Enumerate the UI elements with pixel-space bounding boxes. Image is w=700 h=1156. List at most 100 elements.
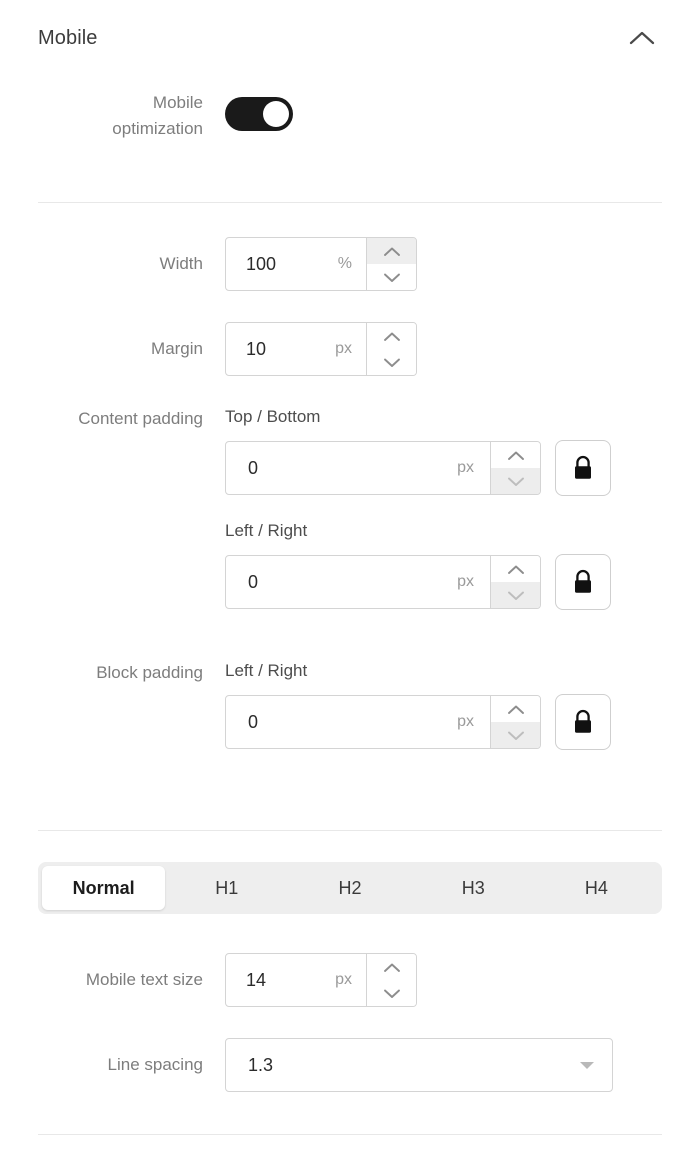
chevron-up-icon [507,450,525,461]
mobile-text-size-stepper [366,954,416,1006]
width-field[interactable]: 100 % [225,237,417,291]
mobile-optimization-label-line1: Mobile [152,93,203,112]
divider-middle [38,830,662,831]
content-padding-top-bottom-input[interactable]: 0 px [226,442,490,494]
content-padding-top-bottom-item: Top / Bottom 0 px [225,406,611,496]
content-padding-top-bottom-unit: px [457,459,474,476]
block-padding-left-right-control: 0 px [225,694,611,750]
content-padding-left-right-input[interactable]: 0 px [226,556,490,608]
content-padding-row: Content padding Top / Bottom 0 px Left /… [0,406,700,610]
content-padding-left-right-unit: px [457,573,474,590]
mobile-text-size-decrement-button[interactable] [367,980,416,1006]
divider-top [38,202,662,203]
chevron-up-icon [383,962,401,973]
content-padding-top-bottom-sublabel: Top / Bottom [225,407,321,426]
chevron-up-icon [507,564,525,575]
tab-h2[interactable]: H2 [288,866,411,910]
block-padding-group: Left / Right 0 px [225,660,611,750]
lock-closed-icon [571,568,595,596]
margin-input[interactable]: 10 px [226,323,366,375]
chevron-down-icon [507,476,525,487]
mobile-optimization-toggle[interactable] [225,97,293,131]
margin-unit: px [335,340,352,357]
margin-value: 10 [246,338,267,359]
block-padding-left-right-decrement-button[interactable] [491,722,540,748]
block-padding-left-right-lock-button[interactable] [555,694,611,750]
content-padding-left-right-item: Left / Right 0 px [225,520,611,610]
divider-bottom [38,1134,662,1135]
width-increment-button[interactable] [367,238,416,264]
section-collapse-button[interactable] [622,18,662,58]
content-padding-left-right-control: 0 px [225,554,611,610]
tab-h3[interactable]: H3 [412,866,535,910]
width-decrement-button[interactable] [367,264,416,290]
content-padding-left-right-sublabel: Left / Right [225,521,308,540]
mobile-optimization-row: Mobile optimization [0,90,700,142]
chevron-down-icon [383,357,401,368]
width-unit: % [337,255,352,272]
chevron-down-icon [507,590,525,601]
text-style-tabbar: Normal H1 H2 H3 H4 [38,862,662,914]
margin-field[interactable]: 10 px [225,322,417,376]
mobile-settings-panel: Mobile Mobile optimization Width 100 % M… [0,0,700,1156]
line-spacing-label: Line spacing [107,1055,203,1074]
line-spacing-select[interactable]: 1.3 [225,1038,613,1092]
chevron-down-icon [507,730,525,741]
content-padding-left-right-value: 0 [248,571,259,592]
block-padding-left-right-input[interactable]: 0 px [226,696,490,748]
mobile-text-size-field[interactable]: 14 px [225,953,417,1007]
block-padding-row: Block padding Left / Right 0 px [0,660,700,750]
mobile-text-size-label: Mobile text size [85,970,203,989]
mobile-text-size-row: Mobile text size 14 px [0,953,700,1007]
content-padding-label: Content padding [78,409,203,428]
content-padding-top-bottom-field[interactable]: 0 px [225,441,541,495]
margin-row: Margin 10 px [0,322,700,376]
tab-h1[interactable]: H1 [165,866,288,910]
caret-down-icon [580,1061,594,1069]
content-padding-group: Top / Bottom 0 px Left / Right 0 px [225,406,611,610]
tab-h4[interactable]: H4 [535,866,658,910]
block-padding-left-right-unit: px [457,713,474,730]
content-padding-left-right-lock-button[interactable] [555,554,611,610]
margin-label: Margin [151,339,203,358]
mobile-text-size-increment-button[interactable] [367,954,416,980]
mobile-text-size-value: 14 [246,969,267,990]
content-padding-left-right-field[interactable]: 0 px [225,555,541,609]
margin-stepper [366,323,416,375]
width-value: 100 [246,253,277,274]
mobile-optimization-label: Mobile optimization [0,90,225,142]
width-stepper [366,238,416,290]
page-title: Mobile [38,26,98,49]
chevron-up-icon [507,704,525,715]
block-padding-left-right-value: 0 [248,711,259,732]
margin-increment-button[interactable] [367,323,416,349]
section-header: Mobile [38,18,662,58]
chevron-up-icon [629,30,655,46]
content-padding-top-bottom-increment-button[interactable] [491,442,540,468]
content-padding-top-bottom-decrement-button[interactable] [491,468,540,494]
mobile-text-size-input[interactable]: 14 px [226,954,366,1006]
block-padding-left-right-item: Left / Right 0 px [225,660,611,750]
mobile-text-size-unit: px [335,971,352,988]
toggle-knob [263,101,289,127]
block-padding-left-right-sublabel: Left / Right [225,661,308,680]
margin-decrement-button[interactable] [367,349,416,375]
chevron-up-icon [383,331,401,342]
content-padding-left-right-decrement-button[interactable] [491,582,540,608]
content-padding-top-bottom-stepper [490,442,540,494]
block-padding-left-right-increment-button[interactable] [491,696,540,722]
chevron-down-icon [383,988,401,999]
tab-normal[interactable]: Normal [42,866,166,910]
width-input[interactable]: 100 % [226,238,366,290]
mobile-optimization-label-line2: optimization [112,119,203,138]
line-spacing-row: Line spacing 1.3 [0,1038,700,1092]
content-padding-left-right-stepper [490,556,540,608]
line-spacing-value: 1.3 [248,1054,274,1075]
block-padding-left-right-stepper [490,696,540,748]
width-row: Width 100 % [0,237,700,291]
width-label: Width [159,254,203,273]
block-padding-left-right-field[interactable]: 0 px [225,695,541,749]
content-padding-top-bottom-lock-button[interactable] [555,440,611,496]
chevron-down-icon [383,272,401,283]
content-padding-left-right-increment-button[interactable] [491,556,540,582]
